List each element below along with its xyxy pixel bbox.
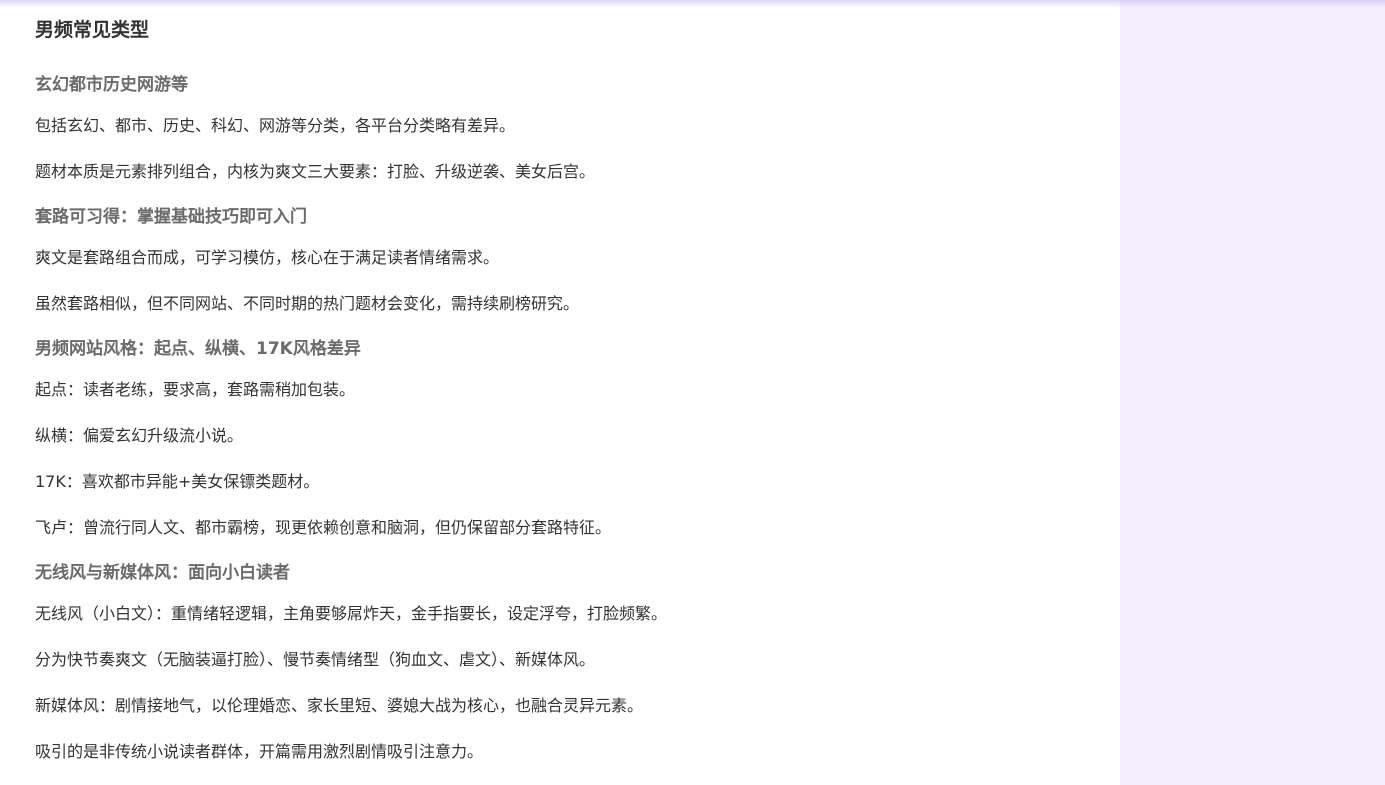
section-4: 无线风与新媒体风：面向小白读者 无线风（小白文）：重情绪轻逻辑，主角要够屌炸天，…: [35, 561, 1095, 764]
section-heading: 套路可习得：掌握基础技巧即可入门: [35, 207, 307, 227]
paragraph: 17K：喜欢都市异能+美女保镖类题材。: [35, 472, 320, 491]
paragraph: 分为快节奏爽文（无脑装逼打脸）、慢节奏情绪型（狗血文、虐文）、新媒体风。: [35, 650, 596, 669]
section-heading: 男频网站风格：起点、纵横、17K风格差异: [35, 339, 361, 359]
section-1: 玄幻都市历史网游等 包括玄幻、都市、历史、科幻、网游等分类，各平台分类略有差异。…: [35, 73, 1095, 184]
paragraph: 吸引的是非传统小说读者群体，开篇需用激烈剧情吸引注意力。: [35, 742, 484, 761]
paragraph: 纵横：偏爱玄幻升级流小说。: [35, 426, 244, 445]
paragraph: 虽然套路相似，但不同网站、不同时期的热门题材会变化，需持续刷榜研究。: [35, 294, 580, 313]
page-title: 男频常见类型: [35, 19, 150, 41]
section-2: 套路可习得：掌握基础技巧即可入门 爽文是套路组合而成，可学习模仿，核心在于满足读…: [35, 205, 1095, 316]
paragraph: 新媒体风：剧情接地气，以伦理婚恋、家长里短、婆媳大战为核心，也融合灵异元素。: [35, 696, 644, 715]
paragraph: 包括玄幻、都市、历史、科幻、网游等分类，各平台分类略有差异。: [35, 116, 516, 135]
section-heading: 玄幻都市历史网游等: [35, 75, 188, 95]
paragraph: 题材本质是元素排列组合，内核为爽文三大要素：打脸、升级逆袭、美女后宫。: [35, 162, 596, 181]
paragraph: 起点：读者老练，要求高，套路需稍加包装。: [35, 380, 356, 399]
paragraph: 无线风（小白文）：重情绪轻逻辑，主角要够屌炸天，金手指要长，设定浮夸，打脸频繁。: [35, 604, 668, 623]
side-panel: [1120, 0, 1385, 785]
section-3: 男频网站风格：起点、纵横、17K风格差异 起点：读者老练，要求高，套路需稍加包装…: [35, 337, 1095, 540]
section-heading: 无线风与新媒体风：面向小白读者: [35, 563, 290, 583]
paragraph: 爽文是套路组合而成，可学习模仿，核心在于满足读者情绪需求。: [35, 248, 500, 267]
document-body: 男频常见类型 玄幻都市历史网游等 包括玄幻、都市、历史、科幻、网游等分类，各平台…: [35, 0, 1095, 785]
paragraph: 飞卢：曾流行同人文、都市霸榜，现更依赖创意和脑洞，但仍保留部分套路特征。: [35, 518, 612, 537]
